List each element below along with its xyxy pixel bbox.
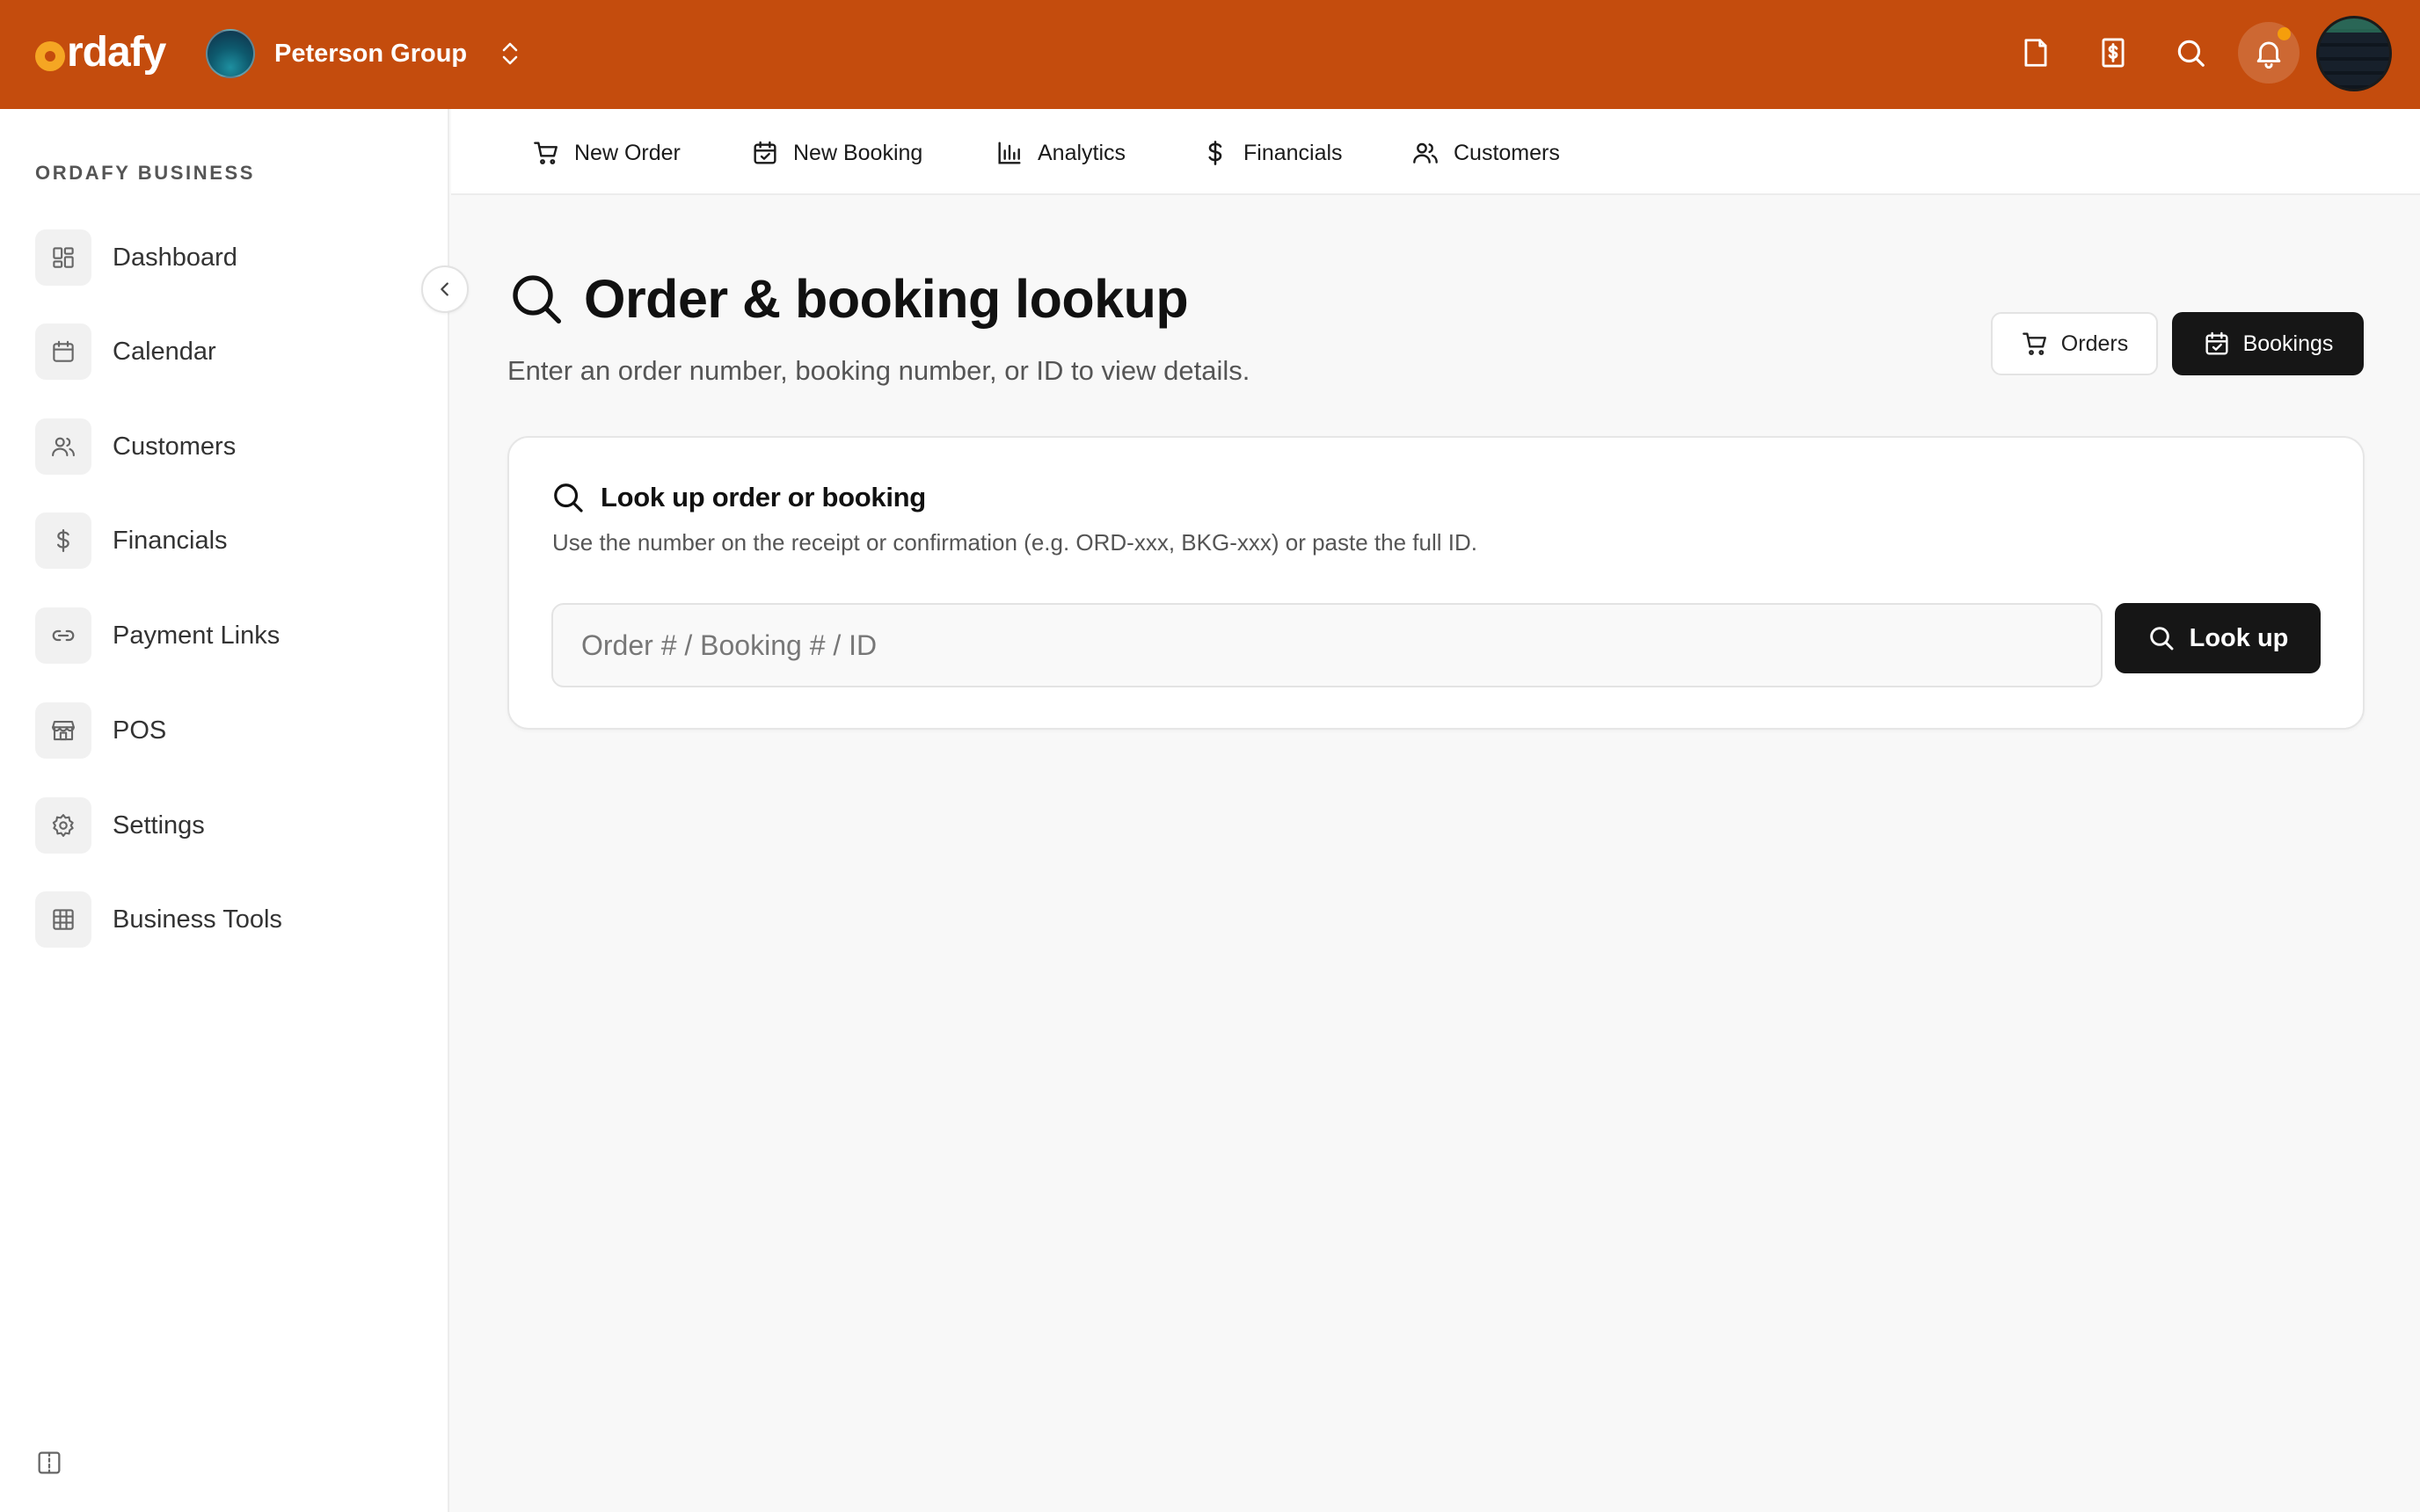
- sidebar-panel-toggle-icon[interactable]: [35, 1449, 63, 1477]
- lookup-card: Look up order or booking Use the number …: [507, 436, 2365, 730]
- orders-toggle-label: Orders: [2060, 331, 2129, 356]
- page-title: Order & booking lookup: [508, 264, 1189, 334]
- subnav-label: Financials: [1243, 140, 1343, 165]
- card-description: Use the number on the receipt or confirm…: [552, 529, 1477, 556]
- receipt-dollar-icon[interactable]: [2085, 25, 2141, 81]
- subnav-label: New Booking: [793, 140, 923, 165]
- lookup-input[interactable]: [551, 603, 2103, 687]
- sidebar-item-business-tools[interactable]: Business Tools: [35, 891, 413, 948]
- search-icon[interactable]: [2162, 25, 2219, 81]
- calendar-check-icon: [751, 139, 793, 167]
- grid-icon: [35, 891, 91, 948]
- document-icon[interactable]: [2008, 25, 2064, 81]
- collapse-sidebar-button[interactable]: [421, 265, 469, 313]
- link-icon: [35, 607, 91, 664]
- quick-actions-bar: New Order New Booking Analytics Financia…: [451, 109, 2420, 195]
- cart-icon: [532, 139, 574, 167]
- sidebar-heading: ORDAFY BUSINESS: [35, 162, 256, 184]
- org-name: Peterson Group: [274, 39, 468, 68]
- users-icon: [35, 418, 91, 475]
- sidebar-item-label: Calendar: [113, 337, 216, 366]
- subnav-analytics[interactable]: Analytics: [995, 135, 1126, 171]
- sidebar: ORDAFY BUSINESS Dashboard Calendar Custo…: [0, 109, 449, 1512]
- org-switcher[interactable]: Peterson Group: [206, 26, 521, 81]
- sidebar-item-label: Financials: [113, 526, 228, 555]
- store-icon: [35, 702, 91, 759]
- sidebar-item-label: Settings: [113, 811, 205, 840]
- card-title: Look up order or booking: [551, 480, 926, 515]
- gear-icon: [35, 797, 91, 854]
- chevron-left-icon: [435, 280, 455, 299]
- look-up-button[interactable]: Look up: [2115, 603, 2321, 673]
- subnav-label: Analytics: [1038, 140, 1126, 165]
- notifications-button[interactable]: [2238, 22, 2300, 84]
- notification-badge: [2278, 27, 2291, 40]
- users-icon: [1411, 139, 1454, 167]
- sidebar-item-financials[interactable]: Financials: [35, 512, 413, 569]
- dollar-icon: [35, 512, 91, 569]
- subnav-label: Customers: [1454, 140, 1560, 165]
- cart-icon: [2021, 330, 2061, 358]
- dashboard-icon: [35, 229, 91, 286]
- card-title-text: Look up order or booking: [601, 482, 926, 512]
- search-icon: [551, 481, 585, 514]
- page-title-text: Order & booking lookup: [584, 269, 1189, 329]
- orders-toggle-button[interactable]: Orders: [1991, 312, 2158, 375]
- calendar-check-icon: [2203, 330, 2243, 358]
- dollar-icon: [1201, 139, 1243, 167]
- subnav-customers[interactable]: Customers: [1411, 135, 1560, 171]
- logo-mark-icon: [35, 41, 65, 71]
- sidebar-item-label: Customers: [113, 432, 237, 461]
- chevron-up-down-icon: [499, 40, 521, 68]
- org-avatar: [206, 29, 255, 78]
- sidebar-item-customers[interactable]: Customers: [35, 418, 413, 475]
- bookings-toggle-label: Bookings: [2242, 331, 2334, 356]
- page-subtitle: Enter an order number, booking number, o…: [507, 355, 1250, 386]
- bell-icon: [2252, 36, 2285, 69]
- user-avatar[interactable]: [2316, 16, 2392, 91]
- search-icon: [508, 271, 565, 327]
- logo-text: rdafy: [67, 29, 166, 76]
- sidebar-item-settings[interactable]: Settings: [35, 797, 413, 854]
- subnav-new-order[interactable]: New Order: [532, 135, 681, 171]
- sidebar-item-dashboard[interactable]: Dashboard: [35, 229, 413, 286]
- bookings-toggle-button[interactable]: Bookings: [2172, 312, 2364, 375]
- brand-logo[interactable]: rdafy: [35, 28, 166, 77]
- sidebar-item-label: Business Tools: [113, 905, 282, 934]
- sidebar-item-calendar[interactable]: Calendar: [35, 323, 413, 380]
- sidebar-item-label: Dashboard: [113, 243, 237, 272]
- top-bar: rdafy Peterson Group: [0, 0, 2420, 109]
- subnav-new-booking[interactable]: New Booking: [751, 135, 922, 171]
- look-up-label: Look up: [2189, 623, 2289, 652]
- sidebar-item-label: Payment Links: [113, 621, 281, 650]
- sidebar-item-pos[interactable]: POS: [35, 702, 413, 759]
- sidebar-item-label: POS: [113, 716, 167, 745]
- search-icon: [2147, 624, 2190, 652]
- subnav-financials[interactable]: Financials: [1201, 135, 1343, 171]
- sidebar-item-payment-links[interactable]: Payment Links: [35, 607, 413, 664]
- calendar-icon: [35, 323, 91, 380]
- subnav-label: New Order: [574, 140, 681, 165]
- bar-chart-icon: [995, 139, 1038, 167]
